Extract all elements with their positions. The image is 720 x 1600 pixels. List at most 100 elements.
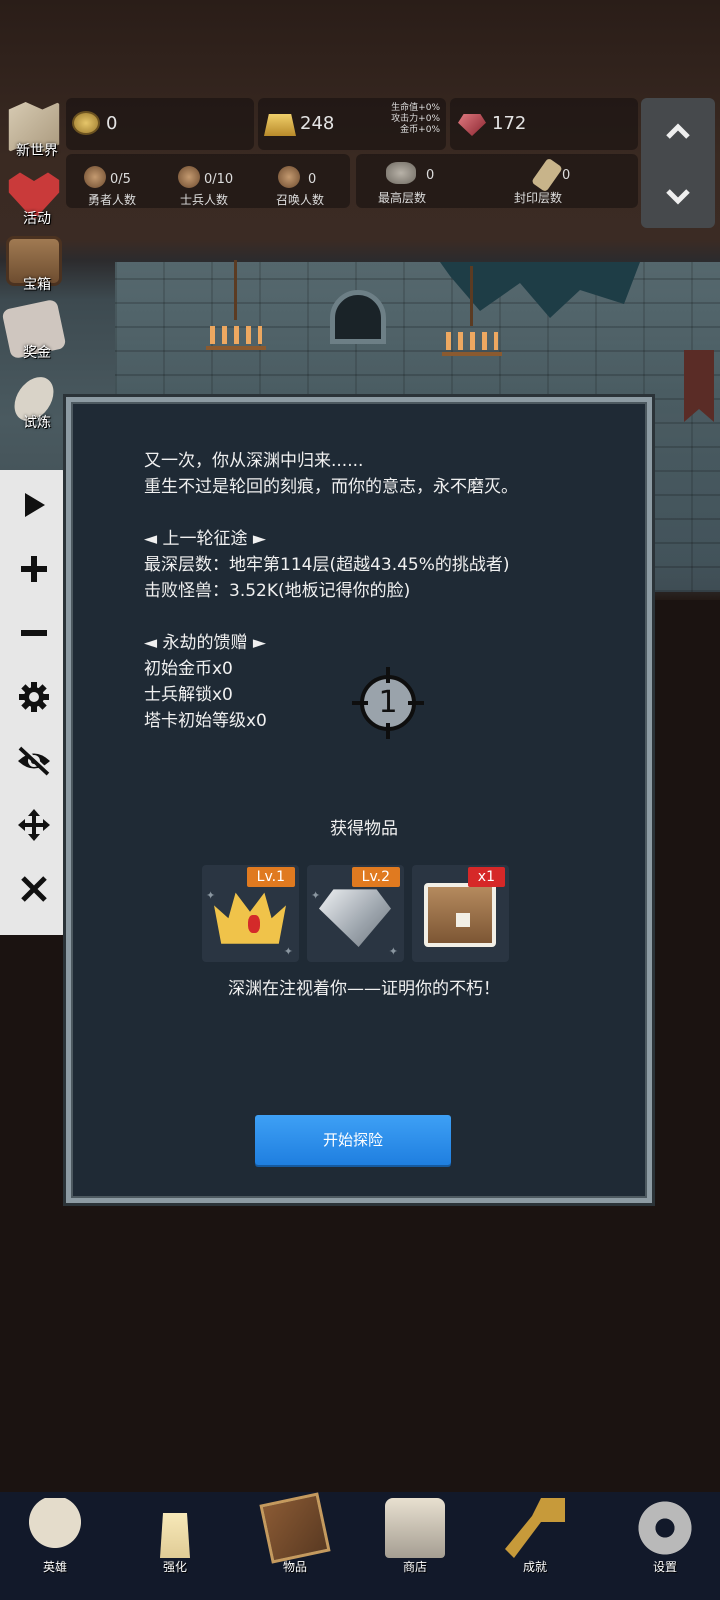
nav-items[interactable]: 物品 — [240, 1492, 350, 1600]
chandelier-right — [442, 266, 502, 356]
soldier-label: 士兵人数 — [179, 193, 228, 207]
close-icon — [21, 876, 47, 902]
coin-icon — [72, 111, 100, 135]
barred-window — [330, 290, 386, 344]
atk-bonus: 攻击力+0% — [391, 114, 440, 124]
gift-tarot-text: 塔卡初始等级x0 — [144, 711, 267, 731]
hero-count: 0/5 — [110, 172, 131, 187]
diamond-icon — [319, 889, 391, 947]
seal-floor-value: 0 — [562, 168, 571, 183]
sparkle-icon: ✦ — [388, 945, 398, 958]
close-button[interactable] — [0, 859, 68, 919]
chevron-up-icon — [666, 123, 690, 139]
nav-shop[interactable]: 商店 — [360, 1492, 470, 1600]
gold-bar-value: 248 — [300, 113, 335, 134]
deepest-floor-text: 最深层数：地牢第114层(超越43.45%的挑战者) — [144, 555, 510, 575]
gold-bar-icon — [264, 114, 296, 136]
crosshair-marker[interactable]: 1 — [352, 667, 424, 739]
item-level-badge: Lv.2 — [351, 867, 400, 887]
gift-coins-text: 初始金币x0 — [144, 659, 233, 679]
floor-stats-panel: 0 最高层数 0 封印层数 — [356, 154, 638, 208]
shortcut-label: 宝箱 — [23, 277, 51, 293]
soldier-icon — [178, 166, 200, 188]
item-count-badge: x1 — [467, 867, 505, 887]
abyss-message: 深渊在注视着你——证明你的不朽！ — [228, 979, 500, 999]
key-icon — [505, 1498, 565, 1558]
chevron-down-icon — [666, 189, 690, 205]
play-button[interactable] — [0, 475, 68, 535]
nav-label: 英雄 — [42, 1560, 67, 1574]
nav-label: 商店 — [402, 1560, 427, 1574]
item-slot-diamond[interactable]: Lv.2 ✦ ✦ — [307, 865, 404, 962]
chandelier-left — [206, 260, 266, 350]
coin-panel: 0 — [66, 98, 254, 150]
nav-label: 物品 — [282, 1560, 307, 1574]
zoom-in-button[interactable] — [0, 539, 68, 599]
intro-line-2: 重生不过是轮回的刻痕，而你的意志，永不磨灭。 — [144, 477, 518, 497]
summon-count: 0 — [308, 172, 317, 187]
max-floor-value: 0 — [426, 168, 435, 183]
gem-icon — [458, 114, 486, 136]
unit-stats-panel: 0/5 勇者人数 0/10 士兵人数 0 召唤人数 — [66, 154, 350, 208]
mug-icon — [385, 1498, 445, 1558]
shortcut-events[interactable]: 活动 — [2, 168, 66, 232]
settings-button[interactable] — [0, 667, 68, 727]
nav-label: 设置 — [652, 1560, 677, 1574]
item-slot-chest[interactable]: x1 — [412, 865, 509, 962]
hero-label: 勇者人数 — [87, 193, 136, 207]
eye-off-icon — [18, 746, 51, 776]
start-adventure-button[interactable]: 开始探险 — [255, 1115, 451, 1165]
candle-icon — [160, 1513, 190, 1558]
gift-soldiers-text: 士兵解锁x0 — [144, 685, 233, 705]
gold-bonus: 金币+0% — [400, 125, 440, 135]
gem-panel: 172 — [450, 98, 638, 150]
sparkle-icon: ✦ — [283, 945, 293, 958]
nav-settings[interactable]: 设置 — [610, 1492, 720, 1600]
hide-button[interactable] — [0, 731, 68, 791]
nav-achievements[interactable]: 成就 — [480, 1492, 590, 1600]
coin-value: 0 — [106, 113, 118, 134]
gear-icon — [635, 1498, 695, 1558]
gem-value: 172 — [492, 113, 527, 134]
skull-icon — [25, 1498, 85, 1558]
monsters-defeated-text: 击败怪兽：3.52K(地板记得你的脸) — [144, 581, 411, 601]
hero-icon — [84, 166, 106, 188]
scroll-down-button[interactable] — [641, 166, 715, 226]
nav-upgrade[interactable]: 强化 — [120, 1492, 230, 1600]
shortcut-label: 奖金 — [23, 345, 51, 361]
item-slot-crown[interactable]: Lv.1 ✦ ✦ — [202, 865, 299, 962]
shortcut-chest[interactable]: 宝箱 — [2, 234, 66, 298]
previous-run-title: ◄ 上一轮征途 ► — [144, 529, 266, 549]
scroll-pad — [641, 98, 715, 228]
max-floor-label: 最高层数 — [377, 191, 426, 205]
stone-icon — [386, 162, 416, 184]
move-button[interactable] — [0, 795, 68, 855]
chest-icon — [424, 883, 496, 947]
minus-icon — [21, 630, 47, 636]
hp-bonus: 生命值+0% — [391, 103, 440, 113]
book-icon — [259, 1492, 331, 1564]
seal-floor-label: 封印层数 — [513, 191, 562, 205]
nav-heroes[interactable]: 英雄 — [0, 1492, 110, 1600]
plus-icon — [21, 556, 47, 582]
sparkle-icon: ✦ — [206, 889, 216, 902]
zoom-out-button[interactable] — [0, 603, 68, 663]
scroll-up-button[interactable] — [641, 102, 715, 162]
nav-label: 强化 — [162, 1560, 187, 1574]
sparkle-icon: ✦ — [311, 889, 321, 902]
gold-bar-panel: 248 生命值+0% 攻击力+0% 金币+0% — [258, 98, 446, 150]
summon-icon — [278, 166, 300, 188]
shortcut-bonus[interactable]: 奖金 — [1, 298, 67, 366]
shortcut-new-world[interactable]: 新世界 — [2, 100, 66, 164]
shortcut-trial[interactable]: 试炼 — [2, 372, 66, 436]
shortcut-label: 新世界 — [16, 143, 58, 159]
bonus-list: 生命值+0% 攻击力+0% 金币+0% — [391, 103, 440, 136]
gear-icon — [19, 682, 49, 712]
rebirth-dialog: 又一次，你从深渊中归来...... 重生不过是轮回的刻痕，而你的意志，永不磨灭。… — [66, 397, 652, 1203]
gifts-title: ◄ 永劫的馈赠 ► — [144, 633, 266, 653]
shortcut-label: 活动 — [23, 211, 51, 227]
shortcut-label: 试炼 — [23, 415, 51, 431]
side-toolbar — [0, 470, 68, 935]
crown-jewel — [248, 915, 260, 933]
play-icon — [25, 493, 45, 517]
